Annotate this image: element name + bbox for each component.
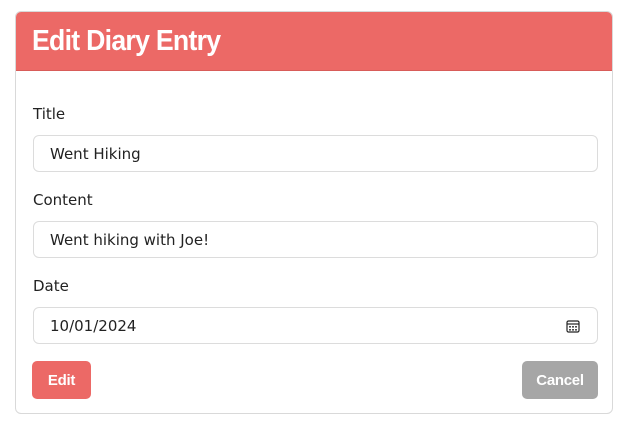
page-title: Edit Diary Entry (32, 24, 221, 57)
title-input[interactable] (33, 135, 598, 172)
content-label: Content (33, 191, 93, 209)
cancel-button[interactable]: Cancel (522, 361, 598, 399)
content-input[interactable] (33, 221, 598, 258)
card-header: Edit Diary Entry (16, 12, 612, 71)
title-label: Title (33, 105, 66, 123)
edit-diary-card: Edit Diary Entry Title Content Date 10/0… (15, 11, 613, 414)
calendar-icon[interactable] (565, 318, 581, 334)
date-label: Date (33, 277, 69, 295)
edit-button[interactable]: Edit (32, 361, 91, 399)
date-value: 10/01/2024 (50, 316, 137, 335)
date-input[interactable]: 10/01/2024 (33, 307, 598, 344)
